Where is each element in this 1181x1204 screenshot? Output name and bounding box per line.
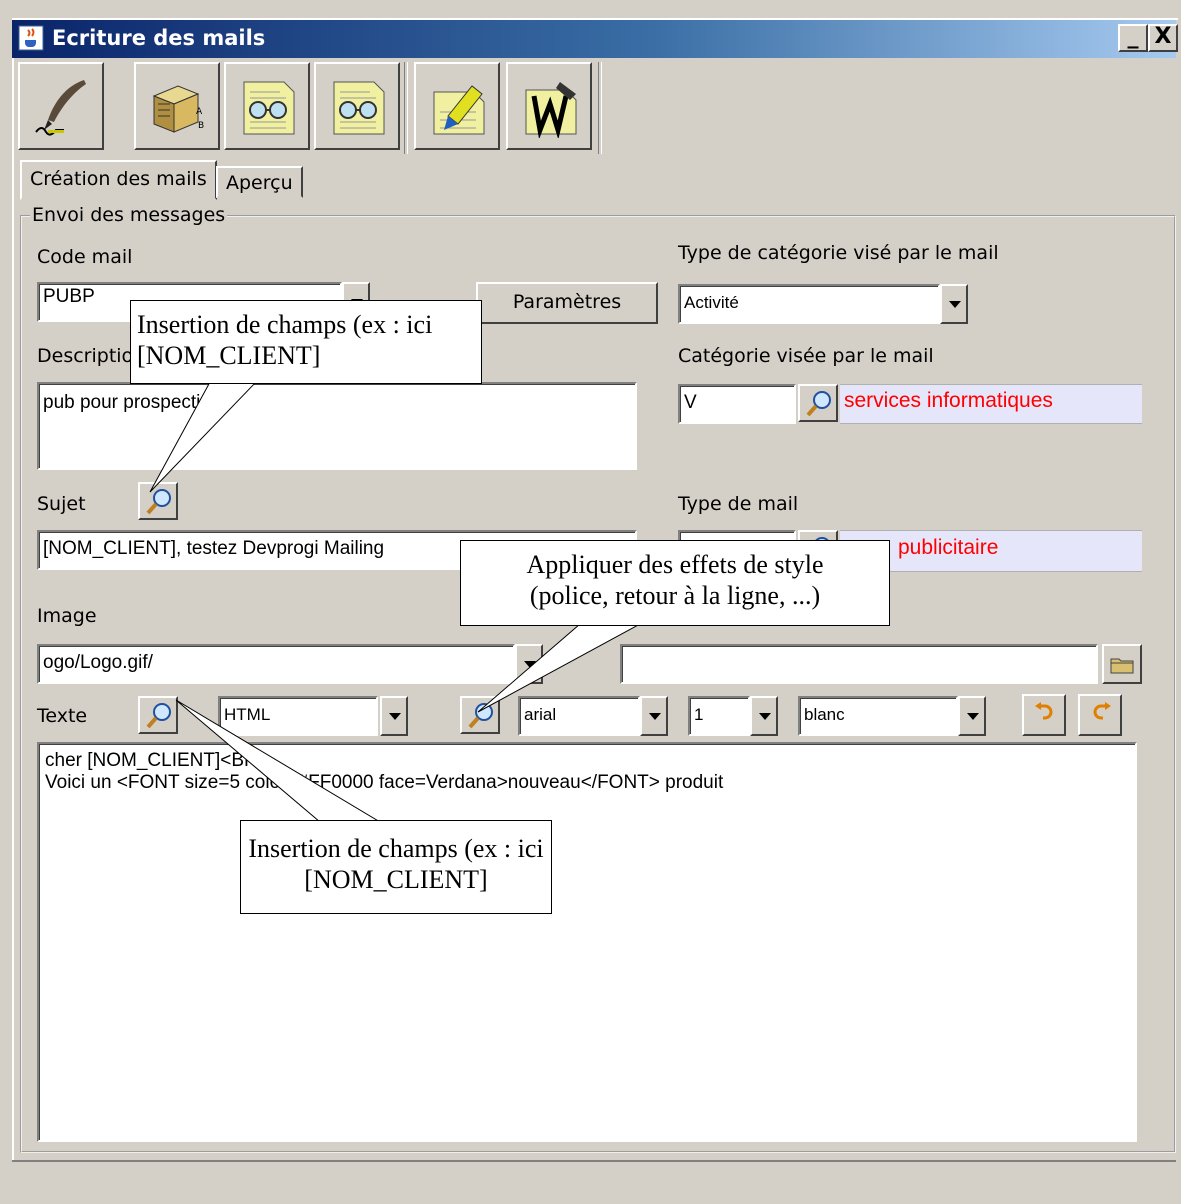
svg-text:B: B xyxy=(198,121,204,131)
redo-arrow-icon xyxy=(1093,702,1111,720)
browse-folder-button[interactable] xyxy=(1102,644,1142,684)
sujet-label: Sujet xyxy=(37,493,86,515)
toolbar-separator xyxy=(598,62,602,154)
type-categorie-label: Type de catégorie visé par le mail xyxy=(678,242,999,264)
magnifier-icon xyxy=(146,703,171,729)
categorie-search-button[interactable] xyxy=(798,384,838,422)
parametres-button[interactable]: Paramètres xyxy=(476,282,658,324)
undo-button[interactable] xyxy=(1022,694,1066,736)
magnifier-icon xyxy=(806,391,831,417)
magnifier-icon xyxy=(468,703,493,729)
callout-insertion-texte: Insertion de champs (ex : ici [NOM_CLIEN… xyxy=(240,820,552,914)
highlighter-icon xyxy=(433,85,485,135)
image-dropdown[interactable] xyxy=(515,644,543,684)
preview-glasses-icon xyxy=(243,81,295,135)
sujet-insert-field-button[interactable] xyxy=(138,482,178,520)
preview-glasses-alt-icon xyxy=(333,81,385,135)
window-title: Ecriture des mails xyxy=(52,26,266,50)
categorie-label: Catégorie visée par le mail xyxy=(678,345,934,367)
callout-insertion-sujet: Insertion de champs (ex : ici [NOM_CLIEN… xyxy=(130,300,482,384)
style-effects-button[interactable] xyxy=(460,696,500,734)
font-select[interactable]: arial xyxy=(518,696,640,736)
folder-icon xyxy=(1110,658,1134,674)
font-dropdown[interactable] xyxy=(640,696,668,736)
sign-document-icon xyxy=(525,82,577,138)
message-text-area[interactable]: cher [NOM_CLIENT]<BR> Voici un <FONT siz… xyxy=(37,742,1137,1142)
quill-pen-icon xyxy=(35,80,86,136)
toolbar-preview-button[interactable] xyxy=(224,62,310,150)
description-label: Description xyxy=(37,345,146,367)
close-button[interactable]: X xyxy=(1148,24,1178,52)
stamped-parcel-icon: A B xyxy=(152,85,204,133)
toolbar-sign-button[interactable] xyxy=(506,62,592,150)
toolbar-write-button[interactable] xyxy=(18,62,104,150)
undo-arrow-icon xyxy=(1035,702,1053,720)
categorie-code-input[interactable]: V xyxy=(678,384,796,424)
group-legend: Envoi des messages xyxy=(30,204,228,226)
color-select[interactable]: blanc xyxy=(798,696,958,736)
toolbar-parcel-button[interactable]: A B xyxy=(134,62,220,150)
svg-text:A: A xyxy=(196,107,203,117)
toolbar-preview-alt-button[interactable] xyxy=(314,62,400,150)
color-dropdown[interactable] xyxy=(958,696,986,736)
type-mail-label: Type de mail xyxy=(678,493,799,515)
tab-apercu[interactable]: Aperçu xyxy=(216,166,303,198)
magnifier-icon xyxy=(146,489,171,515)
type-categorie-dropdown[interactable] xyxy=(940,284,968,324)
tab-creation-des-mails[interactable]: Création des mails xyxy=(20,160,217,200)
java-cup-icon xyxy=(18,25,44,51)
texte-label: Texte xyxy=(37,705,88,727)
code-mail-label: Code mail xyxy=(37,246,133,268)
image-input[interactable]: ogo/Logo.gif/ xyxy=(37,644,515,684)
categorie-name-display: services informatiques xyxy=(840,384,1142,424)
toolbar-highlight-button[interactable] xyxy=(414,62,500,150)
redo-button[interactable] xyxy=(1078,694,1122,736)
image-path-input[interactable] xyxy=(620,644,1098,684)
format-select[interactable]: HTML xyxy=(218,696,378,736)
size-select[interactable]: 1 xyxy=(688,696,750,736)
texte-insert-field-button[interactable] xyxy=(138,696,178,734)
callout-style-effects: Appliquer des effets de style (police, r… xyxy=(460,540,890,626)
format-dropdown[interactable] xyxy=(380,696,408,736)
toolbar-separator xyxy=(404,62,408,154)
description-textarea[interactable]: pub pour prospection xyxy=(37,382,637,470)
status-bar xyxy=(12,1160,1176,1204)
type-categorie-select[interactable]: Activité xyxy=(678,284,940,324)
minimize-button[interactable]: _ xyxy=(1118,24,1148,52)
size-dropdown[interactable] xyxy=(750,696,778,736)
image-label: Image xyxy=(37,605,97,627)
